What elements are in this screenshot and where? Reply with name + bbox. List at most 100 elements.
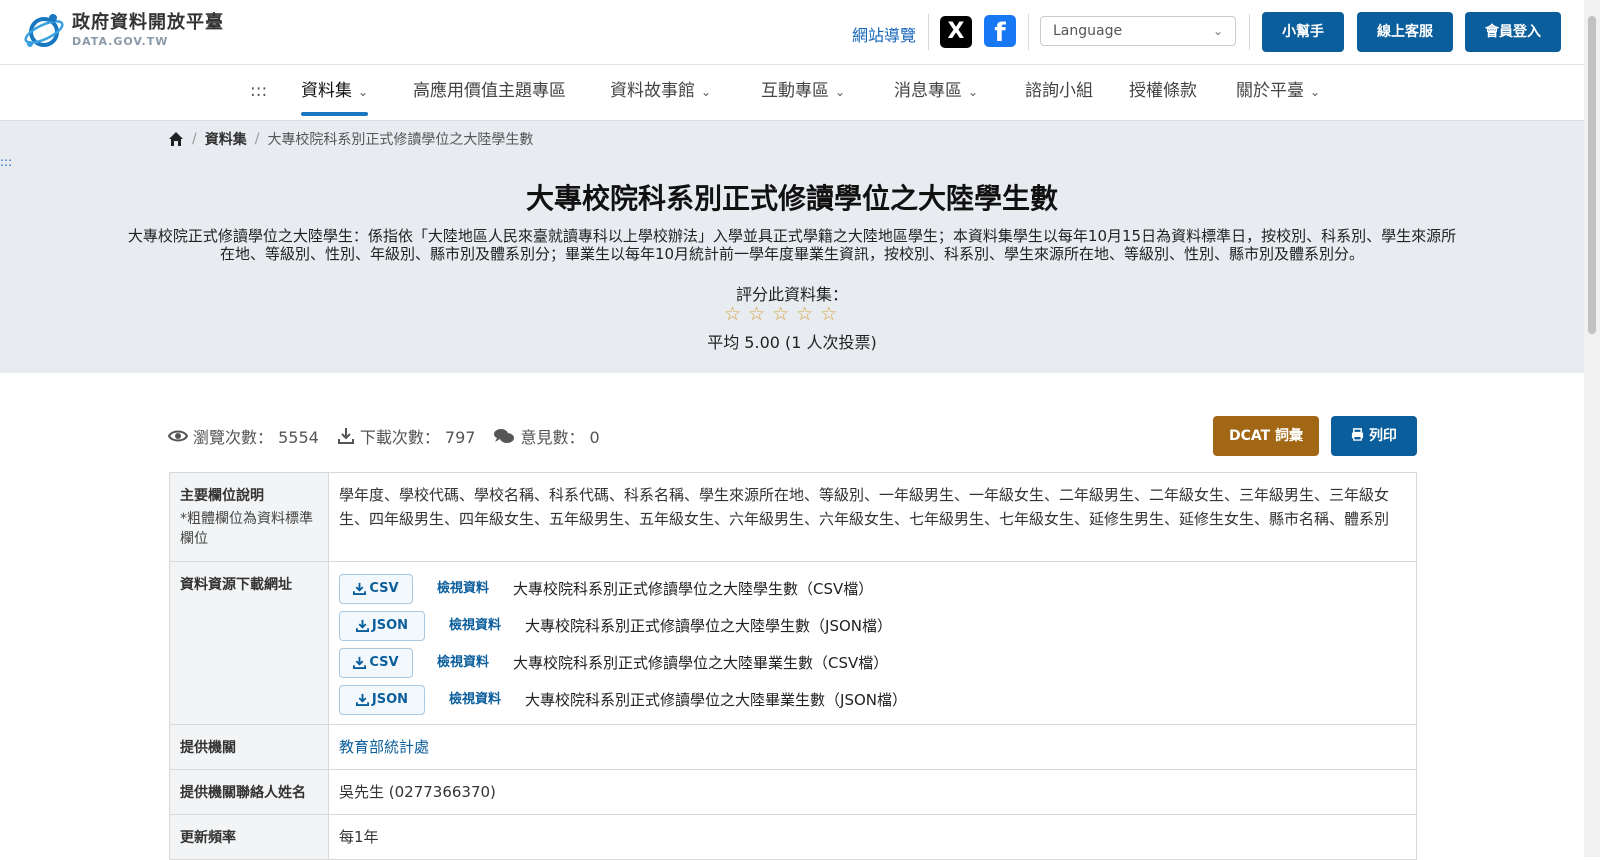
resource-name: 大專校院科系別正式修讀學位之大陸學生數（JSON檔） xyxy=(525,616,892,635)
nav-item-label: 互動專區 xyxy=(761,81,829,101)
star-icon[interactable]: ☆ xyxy=(796,305,813,324)
breadcrumb-separator: / xyxy=(192,131,197,147)
nav-item-interactive[interactable]: 互動專區 ⌄ xyxy=(761,65,845,120)
language-select[interactable]: Language ⌄ xyxy=(1040,16,1236,46)
content-accesskey[interactable]: ::: xyxy=(0,155,12,169)
breadcrumb-separator: / xyxy=(254,131,260,147)
nav-item-license[interactable]: 授權條款 xyxy=(1129,65,1197,120)
nav-item-news[interactable]: 消息專區 ⌄ xyxy=(894,65,978,120)
table-row: 資料資源下載網址 CSV 檢視資料 大專校院科系別正式修讀學位之大陸學生數（CS… xyxy=(169,562,1417,725)
chevron-down-icon: ⌄ xyxy=(358,85,369,99)
nav-item-datasets[interactable]: 資料集 ⌄ xyxy=(301,65,369,120)
helper-button[interactable]: 小幫手 xyxy=(1262,12,1344,52)
fields-note: *粗體欄位為資料標準欄位 xyxy=(180,511,313,547)
resource-item: CSV 檢視資料 大專校院科系別正式修讀學位之大陸學生數（CSV檔） xyxy=(339,570,1406,607)
provider-value: 教育部統計處 xyxy=(329,725,1417,769)
site-logo[interactable]: 政府資料開放平臺 DATA.GOV.TW xyxy=(22,10,224,50)
dataset-description: 大專校院正式修讀學位之大陸學生：係指依「大陸地區人民來臺就讀專科以上學校辦法」入… xyxy=(127,227,1457,263)
fields-value: 學年度、學校代碼、學校名稱、科系代碼、科系名稱、學生來源所在地、等級別、一年級男… xyxy=(329,473,1417,561)
star-icon[interactable]: ☆ xyxy=(820,305,837,324)
download-icon xyxy=(337,428,354,444)
language-select-value: Language xyxy=(1053,23,1123,39)
nav-item-label: 消息專區 xyxy=(894,81,962,101)
resource-item: CSV 檢視資料 大專校院科系別正式修讀學位之大陸畢業生數（CSV檔） xyxy=(339,644,1406,681)
views-stat: 瀏覽次數： 5554 xyxy=(168,424,319,448)
sitemap-link[interactable]: 網站導覽 xyxy=(852,22,916,46)
nav-item-high-value[interactable]: 高應用價值主題專區 xyxy=(413,65,566,120)
table-row: 提供機關聯絡人姓名 吳先生 (0277366370) xyxy=(169,770,1417,815)
divider xyxy=(1028,14,1029,50)
print-button[interactable]: 列印 xyxy=(1331,416,1417,456)
star-icon[interactable]: ☆ xyxy=(748,305,765,324)
breadcrumb-current: 大專校院科系別正式修讀學位之大陸學生數 xyxy=(267,132,534,148)
resource-name: 大專校院科系別正式修讀學位之大陸學生數（CSV檔） xyxy=(513,579,874,598)
table-row: 更新頻率 每1年 xyxy=(169,815,1417,860)
download-icon xyxy=(355,619,369,632)
nav-item-label: 關於平臺 xyxy=(1236,81,1304,101)
frequency-value: 每1年 xyxy=(329,815,1417,859)
contact-value: 吳先生 (0277366370) xyxy=(329,770,1417,814)
nav-accesskey[interactable]: ::: xyxy=(250,65,267,120)
format-label: CSV xyxy=(369,580,399,596)
row-header: 資料資源下載網址 xyxy=(169,562,329,724)
views-count: 瀏覽次數： 5554 xyxy=(193,428,319,447)
x-twitter-icon[interactable]: X xyxy=(940,16,972,48)
online-service-button[interactable]: 線上客服 xyxy=(1357,12,1453,52)
table-row: 主要欄位說明 *粗體欄位為資料標準欄位 學年度、學校代碼、學校名稱、科系代碼、科… xyxy=(169,473,1417,562)
nav-item-label: 授權條款 xyxy=(1129,81,1197,101)
comments-stat: 意見數： 0 xyxy=(493,424,600,448)
nav-item-about[interactable]: 關於平臺 ⌄ xyxy=(1236,65,1320,120)
rating-average: 平均 5.00 (1 人次投票) xyxy=(707,333,877,352)
view-data-link[interactable]: 檢視資料 xyxy=(437,577,489,601)
view-data-link[interactable]: 檢視資料 xyxy=(449,688,501,712)
scrollbar-thumb[interactable] xyxy=(1588,16,1596,334)
logo-icon xyxy=(22,10,66,50)
rating-stars[interactable]: ☆ ☆ ☆ ☆ ☆ xyxy=(724,305,837,324)
view-data-link[interactable]: 檢視資料 xyxy=(449,614,501,638)
breadcrumb: / 資料集 / 大專校院科系別正式修讀學位之大陸學生數 xyxy=(168,129,533,149)
download-csv-button[interactable]: CSV xyxy=(339,573,413,604)
logo-subtitle: DATA.GOV.TW xyxy=(72,34,169,48)
download-icon xyxy=(353,582,367,595)
dataset-stats: 瀏覽次數： 5554 下載次數： 797 意見數： 0 xyxy=(168,424,618,448)
nav-item-stories[interactable]: 資料故事館 ⌄ xyxy=(610,65,711,120)
downloads-stat: 下載次數： 797 xyxy=(337,424,476,448)
download-json-button[interactable]: JSON xyxy=(339,610,425,641)
format-label: JSON xyxy=(371,617,409,633)
comments-count: 意見數： 0 xyxy=(520,428,600,447)
logo-title: 政府資料開放平臺 xyxy=(72,11,224,33)
format-label: CSV xyxy=(369,654,399,670)
download-json-button[interactable]: JSON xyxy=(339,684,425,715)
home-icon[interactable] xyxy=(168,131,184,147)
chevron-down-icon: ⌄ xyxy=(1212,24,1223,38)
chevron-down-icon: ⌄ xyxy=(835,85,846,99)
print-label: 列印 xyxy=(1368,428,1397,444)
nav-item-advisory[interactable]: 諮詢小組 xyxy=(1025,65,1093,120)
download-icon xyxy=(355,693,369,706)
top-header: 政府資料開放平臺 DATA.GOV.TW 網站導覽 X f Language ⌄… xyxy=(0,0,1584,65)
nav-item-label: 資料集 xyxy=(301,81,352,101)
table-row: 提供機關 教育部統計處 xyxy=(169,725,1417,770)
view-data-link[interactable]: 檢視資料 xyxy=(437,651,489,675)
downloads-count: 下載次數： 797 xyxy=(359,428,476,447)
member-login-button[interactable]: 會員登入 xyxy=(1465,12,1561,52)
facebook-icon[interactable]: f xyxy=(984,15,1016,47)
star-icon[interactable]: ☆ xyxy=(724,305,741,324)
eye-icon xyxy=(168,430,188,442)
resource-name: 大專校院科系別正式修讀學位之大陸畢業生數（JSON檔） xyxy=(525,690,907,709)
page-scrollbar[interactable] xyxy=(1584,0,1600,857)
page-title: 大專校院科系別正式修讀學位之大陸學生數 xyxy=(525,182,1058,215)
row-header: 提供機關 xyxy=(169,725,329,769)
provider-link[interactable]: 教育部統計處 xyxy=(339,738,429,756)
download-csv-button[interactable]: CSV xyxy=(339,647,413,678)
chevron-down-icon: ⌄ xyxy=(1310,85,1321,99)
chevron-down-icon: ⌄ xyxy=(968,85,979,99)
resource-item: JSON 檢視資料 大專校院科系別正式修讀學位之大陸學生數（JSON檔） xyxy=(339,607,1406,644)
comments-icon xyxy=(494,429,515,443)
breadcrumb-item[interactable]: 資料集 xyxy=(205,129,247,149)
dataset-hero: / 資料集 / 大專校院科系別正式修讀學位之大陸學生數 ::: 大專校院科系別正… xyxy=(0,121,1584,373)
dcat-button[interactable]: DCAT 詞彙 xyxy=(1213,416,1319,456)
star-icon[interactable]: ☆ xyxy=(772,305,789,324)
dataset-info-table: 主要欄位說明 *粗體欄位為資料標準欄位 學年度、學校代碼、學校名稱、科系代碼、科… xyxy=(169,472,1417,860)
row-header: 提供機關聯絡人姓名 xyxy=(169,770,329,814)
